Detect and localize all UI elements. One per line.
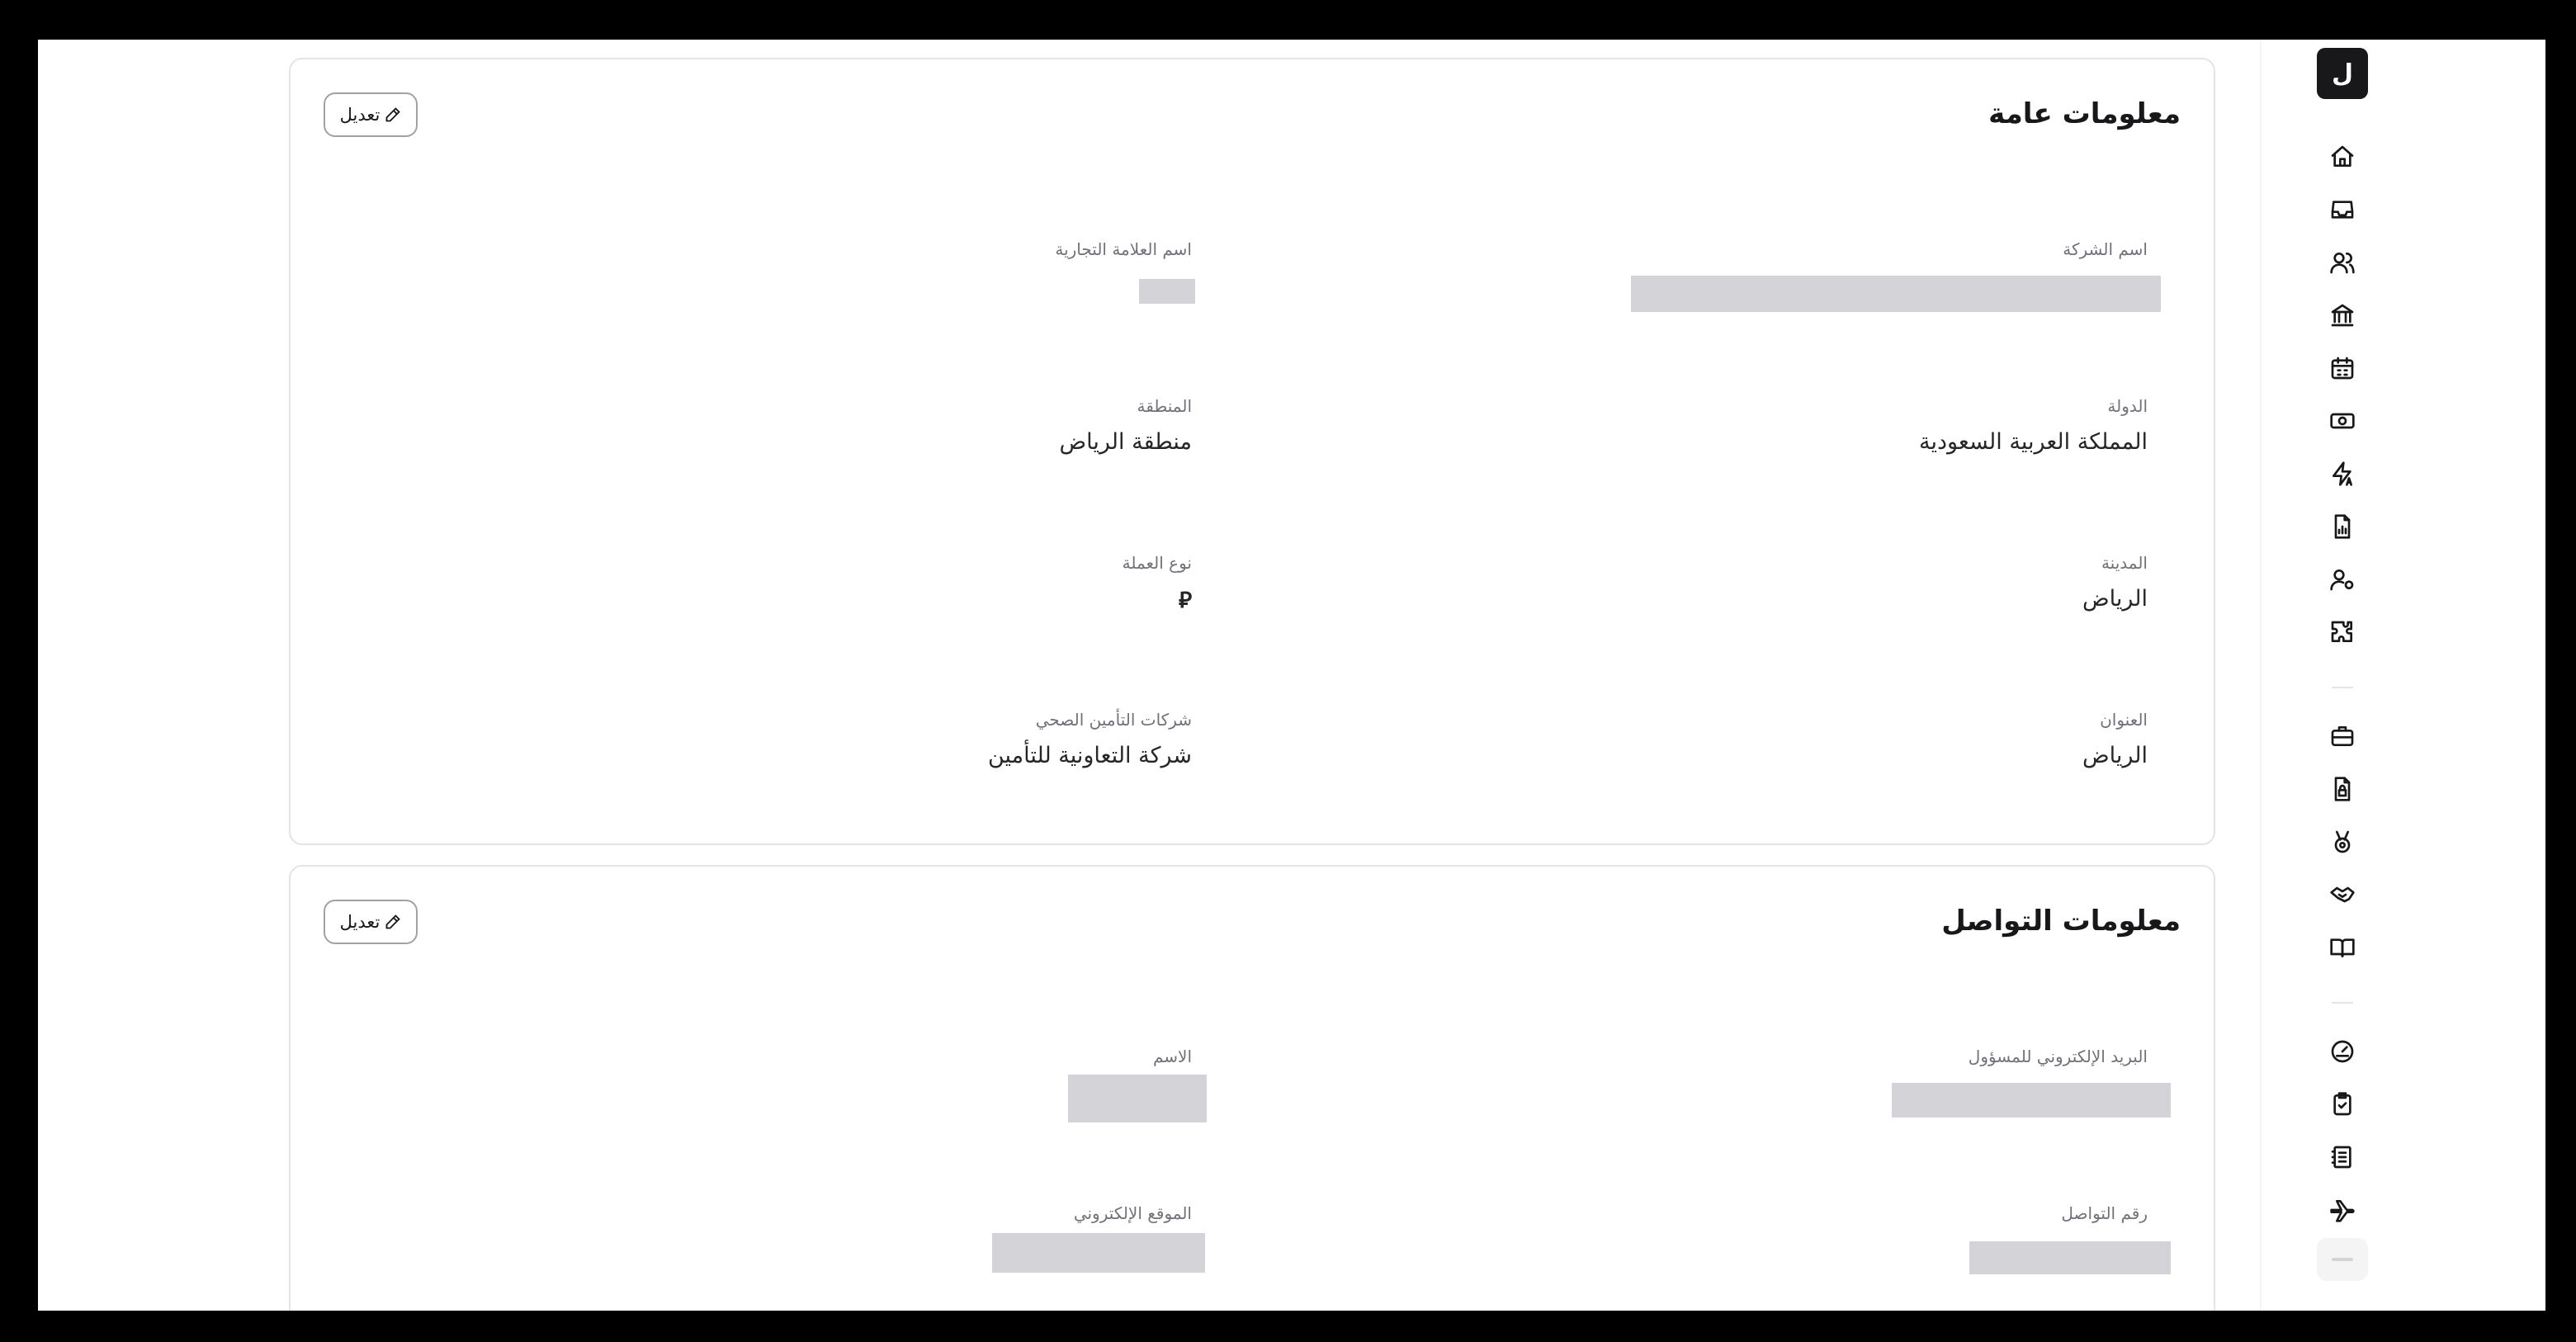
nav-integrations[interactable] — [2317, 611, 2368, 654]
currency-value: ⃁ — [1178, 588, 1192, 613]
sidebar-nav: ل — [2317, 40, 2368, 1311]
general-info-edit-button[interactable]: تعديل — [324, 92, 418, 137]
nav-calendar[interactable] — [2317, 347, 2368, 390]
website-value — [992, 1233, 1205, 1273]
app-logo[interactable]: ل — [2317, 48, 2368, 99]
country-value: المملكة العربية السعودية — [1918, 429, 2148, 455]
nav-payments[interactable] — [2317, 399, 2368, 442]
region-label: المنطقة — [1137, 396, 1193, 416]
company-name-value — [1631, 276, 2161, 312]
region-value: منطقة الرياض — [1059, 429, 1192, 455]
app-screen: معلومات عامة تعديل اسم الشركة الدولة الم… — [38, 40, 2545, 1311]
phone-label: رقم التواصل — [2061, 1203, 2148, 1223]
currency-label: نوع العملة — [1122, 553, 1192, 573]
address-label: العنوان — [2100, 710, 2148, 730]
medal-icon — [2334, 830, 2351, 853]
country-label: الدولة — [2107, 396, 2148, 416]
address-value: الرياض — [2082, 743, 2148, 768]
insurance-value: شركة التعاونية للتأمين — [987, 743, 1192, 768]
nav-guide[interactable] — [2317, 926, 2368, 969]
nav-rewards[interactable] — [2317, 820, 2368, 863]
name-label: الاسم — [1152, 1047, 1192, 1066]
phone-value — [1969, 1241, 2171, 1274]
calendar-icon — [2331, 357, 2354, 380]
bank-icon — [2331, 304, 2354, 327]
cash-icon — [2330, 413, 2355, 429]
nav-notes[interactable] — [2317, 1136, 2368, 1179]
nav-divider — [2332, 687, 2353, 688]
name-value — [1068, 1075, 1207, 1122]
edit-label: تعديل — [339, 105, 380, 125]
home-icon — [2331, 145, 2354, 167]
file-chart-icon — [2334, 514, 2351, 539]
company-name-label: اسم الشركة — [2063, 239, 2148, 259]
nav-documents[interactable] — [2317, 768, 2368, 810]
notebook-icon — [2331, 1146, 2351, 1169]
briefcase-icon — [2331, 726, 2354, 746]
admin-email-label: البريد الإلكتروني للمسؤول — [1968, 1047, 2148, 1066]
brand-name-value — [1139, 279, 1195, 304]
nav-performance[interactable] — [2317, 1030, 2368, 1073]
edit-label: تعديل — [339, 912, 380, 932]
nav-reports[interactable] — [2317, 505, 2368, 548]
nav-bank[interactable] — [2317, 294, 2368, 337]
logo-letter: ل — [2331, 59, 2354, 88]
website-label: الموقع الإلكتروني — [1073, 1203, 1192, 1223]
nav-divider — [2332, 1002, 2353, 1004]
general-info-title: معلومات عامة — [1988, 97, 2181, 130]
gauge-icon — [2331, 1040, 2354, 1063]
brand-name-label: اسم العلامة التجارية — [1055, 239, 1192, 259]
nav-jobs[interactable] — [2317, 715, 2368, 758]
file-lock-icon — [2334, 777, 2351, 801]
handshake-icon — [2330, 886, 2355, 903]
nav-automation[interactable] — [2317, 452, 2368, 495]
book-open-icon — [2330, 938, 2355, 957]
user-cog-icon — [2330, 569, 2354, 591]
nav-tasks[interactable] — [2317, 1083, 2368, 1126]
nav-partners[interactable] — [2317, 873, 2368, 916]
inbox-icon — [2331, 201, 2354, 219]
contact-info-edit-button[interactable]: تعديل — [324, 900, 418, 944]
contact-info-card: معلومات التواصل تعديل البريد الإلكتروني … — [289, 865, 2215, 1311]
contact-info-title: معلومات التواصل — [1941, 905, 2181, 938]
sidebar: ل — [2260, 40, 2545, 1311]
nav-user-settings[interactable] — [2317, 558, 2368, 601]
sidebar-collapse-button[interactable] — [2317, 1238, 2368, 1281]
pencil-icon — [385, 914, 401, 929]
admin-email-value — [1892, 1083, 2171, 1118]
city-value: الرياض — [2082, 586, 2148, 612]
sidebar-border — [2260, 40, 2262, 1311]
main-content: معلومات عامة تعديل اسم الشركة الدولة الم… — [38, 40, 2260, 1311]
clipboard-check-icon — [2333, 1092, 2351, 1116]
puzzle-icon — [2331, 621, 2352, 642]
collapse-handle-icon — [2332, 1258, 2353, 1261]
nav-users[interactable] — [2317, 241, 2368, 284]
screen-bottom-bar — [0, 1311, 2576, 1342]
users-icon — [2330, 253, 2355, 274]
nav-home[interactable] — [2317, 135, 2368, 178]
general-info-card: معلومات عامة تعديل اسم الشركة الدولة الم… — [289, 58, 2215, 845]
nav-inbox[interactable] — [2317, 188, 2368, 231]
nav-travel[interactable] — [2317, 1188, 2368, 1231]
city-label: المدينة — [2101, 553, 2148, 573]
pencil-icon — [385, 107, 401, 122]
zap-text-icon — [2333, 461, 2352, 486]
plane-icon — [2330, 1200, 2355, 1222]
insurance-label: شركات التأمين الصحي — [1035, 710, 1192, 730]
